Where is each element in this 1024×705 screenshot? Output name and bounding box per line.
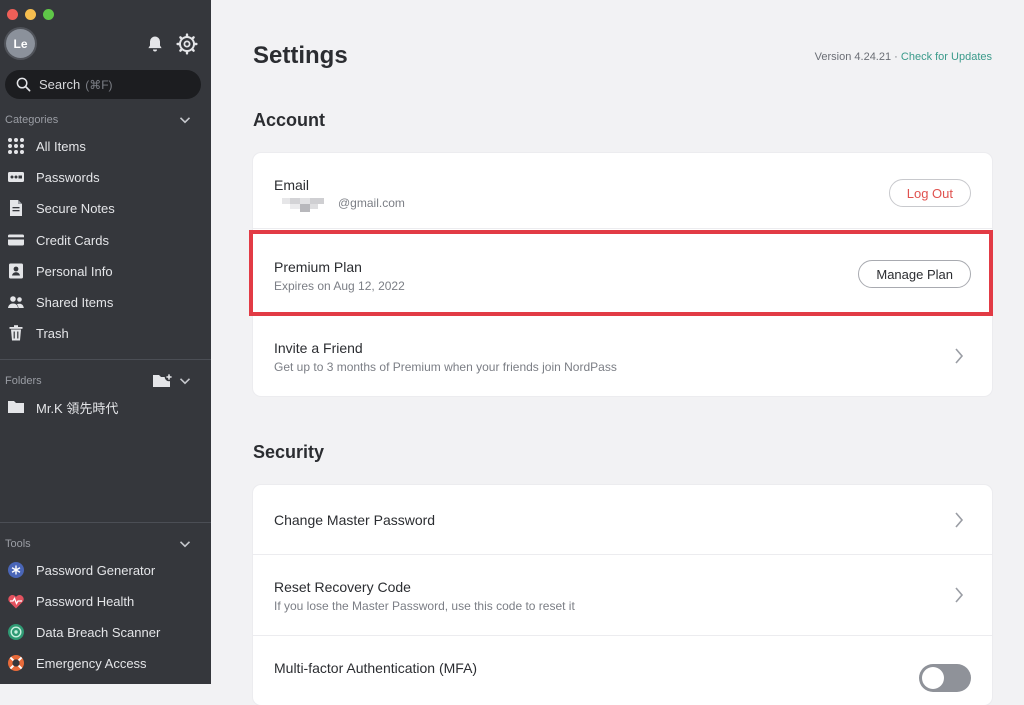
add-folder-icon[interactable] — [152, 372, 174, 390]
chevron-right-icon — [955, 512, 964, 528]
manage-plan-button[interactable]: Manage Plan — [858, 260, 971, 288]
version-text: Version 4.24.21 · — [814, 51, 901, 63]
search-shortcut: (⌘F) — [85, 77, 113, 92]
tools-label: Tools — [5, 538, 31, 550]
plan-expiry: Expires on Aug 12, 2022 — [274, 279, 405, 293]
premium-plan-row: Premium Plan Expires on Aug 12, 2022 Man… — [253, 229, 992, 315]
scanner-icon — [6, 622, 26, 642]
tools-header[interactable]: Tools — [5, 535, 201, 553]
note-icon — [6, 198, 26, 218]
sidebar: Le Search (⌘F) Categories All Items Pass… — [0, 0, 211, 684]
sidebar-tool-emergency-access[interactable]: Emergency Access — [6, 651, 147, 675]
password-icon — [6, 167, 26, 187]
sidebar-item-credit-cards[interactable]: Credit Cards — [6, 228, 109, 252]
sidebar-divider — [0, 359, 211, 360]
account-heading: Account — [253, 110, 325, 130]
avatar[interactable]: Le — [6, 29, 35, 58]
mfa-title: Multi-factor Authentication (MFA) — [274, 660, 478, 676]
sidebar-folder-item[interactable]: Mr.K 領先時代 — [6, 395, 118, 419]
mfa-row: Multi-factor Authentication (MFA) — [253, 636, 992, 705]
change-master-password-row[interactable]: Change Master Password — [253, 485, 992, 555]
toggle-knob — [922, 667, 944, 689]
zoom-window-button[interactable] — [43, 9, 54, 20]
recovery-desc: If you lose the Master Password, use thi… — [274, 599, 575, 613]
folders-label: Folders — [5, 375, 42, 387]
invite-friend-row[interactable]: Invite a Friend Get up to 3 months of Pr… — [253, 315, 992, 396]
bell-icon[interactable] — [145, 34, 165, 54]
sidebar-tool-password-health[interactable]: Password Health — [6, 589, 134, 613]
security-card: Change Master Password Reset Recovery Co… — [253, 485, 992, 705]
sidebar-divider — [0, 522, 211, 523]
sidebar-item-label: Data Breach Scanner — [36, 624, 161, 640]
sidebar-item-label: Personal Info — [36, 263, 113, 279]
generator-icon — [6, 560, 26, 580]
credit-card-icon — [6, 230, 26, 250]
chevron-down-icon[interactable] — [179, 375, 191, 387]
chevron-down-icon[interactable] — [179, 538, 191, 550]
invite-title: Invite a Friend — [274, 340, 363, 356]
version-info: Version 4.24.21 · Check for Updates — [815, 51, 992, 63]
gear-icon[interactable] — [176, 33, 198, 55]
sidebar-item-personal-info[interactable]: Personal Info — [6, 259, 113, 283]
sidebar-item-label: Passwords — [36, 169, 100, 185]
chevron-right-icon — [955, 348, 964, 364]
email-row: Email @gmail.com Log Out — [253, 153, 992, 229]
sidebar-item-label: Emergency Access — [36, 655, 147, 671]
plan-title: Premium Plan — [274, 259, 362, 275]
security-heading: Security — [253, 442, 325, 462]
chevron-right-icon — [955, 587, 964, 603]
log-out-button[interactable]: Log Out — [888, 179, 971, 207]
reset-recovery-code-row[interactable]: Reset Recovery Code If you lose the Mast… — [253, 555, 992, 636]
sidebar-item-secure-notes[interactable]: Secure Notes — [6, 196, 115, 220]
search-placeholder: Search — [39, 77, 81, 92]
sidebar-tool-password-generator[interactable]: Password Generator — [6, 558, 155, 582]
categories-header[interactable]: Categories — [5, 111, 201, 129]
sidebar-item-label: Password Generator — [36, 562, 156, 578]
search-input[interactable]: Search (⌘F) — [5, 70, 201, 99]
sidebar-tool-data-breach-scanner[interactable]: Data Breach Scanner — [6, 620, 160, 644]
sidebar-item-label: Password Health — [36, 593, 135, 609]
close-window-button[interactable] — [7, 9, 18, 20]
folder-icon — [6, 397, 26, 417]
sidebar-item-label: Credit Cards — [36, 232, 109, 248]
page-title: Settings — [253, 42, 348, 69]
email-value: @gmail.com — [338, 196, 405, 210]
chevron-down-icon[interactable] — [179, 114, 191, 126]
redacted-email-mosaic — [282, 198, 324, 212]
check-updates-link[interactable]: Check for Updates — [901, 51, 992, 63]
main-panel: Settings Version 4.24.21 · Check for Upd… — [211, 0, 1024, 705]
search-icon — [16, 77, 31, 92]
sidebar-item-label: Trash — [36, 325, 69, 341]
window-controls — [7, 9, 54, 20]
minimize-window-button[interactable] — [25, 9, 36, 20]
mfa-toggle[interactable] — [919, 664, 971, 692]
lifebuoy-icon — [6, 653, 26, 673]
sidebar-item-label: Secure Notes — [36, 200, 115, 216]
health-icon — [6, 591, 26, 611]
sidebar-item-all-items[interactable]: All Items — [6, 134, 86, 158]
account-card: Email @gmail.com Log Out Premium Plan Ex… — [253, 153, 992, 396]
grid-icon — [6, 136, 26, 156]
recovery-title: Reset Recovery Code — [274, 579, 411, 595]
trash-icon — [6, 323, 26, 343]
id-card-icon — [6, 261, 26, 281]
email-title: Email — [274, 177, 310, 193]
sidebar-item-label: Mr.K 領先時代 — [36, 400, 119, 416]
sidebar-item-label: All Items — [36, 138, 86, 154]
sidebar-item-trash[interactable]: Trash — [6, 321, 69, 345]
categories-label: Categories — [5, 114, 59, 126]
invite-desc: Get up to 3 months of Premium when your … — [274, 360, 617, 374]
users-icon — [6, 292, 26, 312]
sidebar-item-shared-items[interactable]: Shared Items — [6, 290, 113, 314]
sidebar-item-passwords[interactable]: Passwords — [6, 165, 100, 189]
sidebar-item-label: Shared Items — [36, 294, 114, 310]
change-password-title: Change Master Password — [274, 512, 436, 528]
